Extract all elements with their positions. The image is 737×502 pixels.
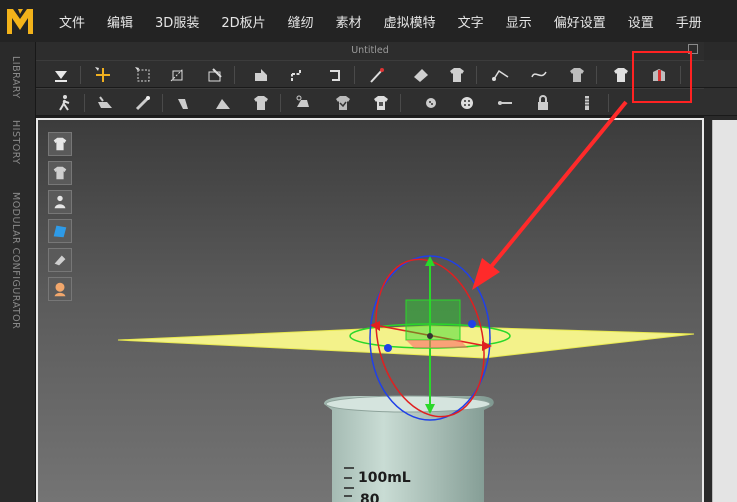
free-sewing-icon[interactable] [526, 63, 552, 87]
window-title: Untitled [351, 45, 389, 56]
fold-arrange-icon[interactable] [248, 63, 274, 87]
measure-icon[interactable] [130, 91, 156, 115]
avatar-icon[interactable] [48, 190, 72, 214]
menu-avatar[interactable]: 虚拟模特 [373, 12, 447, 31]
menu-settings[interactable]: 设置 [617, 12, 665, 31]
menu-preferences[interactable]: 偏好设置 [543, 12, 617, 31]
side-tab-bar: LIBRARY HISTORY MODULAR CONFIGURATOR [0, 42, 36, 502]
right-panel [704, 42, 737, 502]
viewport-toolbar [48, 132, 72, 306]
select-mesh-icon[interactable] [164, 63, 190, 87]
shirt-print-icon[interactable] [368, 91, 394, 115]
menu-edit[interactable]: 编辑 [96, 12, 144, 31]
mesh-icon[interactable] [48, 248, 72, 272]
zipper-line-icon[interactable] [492, 91, 518, 115]
menu-text[interactable]: 文字 [447, 12, 495, 31]
button-icon[interactable] [418, 91, 444, 115]
fold-icon[interactable] [172, 91, 198, 115]
2d-pattern-window[interactable] [712, 120, 737, 502]
shirt-sew-icon[interactable] [564, 63, 590, 87]
zipper-icon[interactable] [574, 91, 600, 115]
app-logo[interactable] [0, 0, 40, 42]
menu-file[interactable]: 文件 [48, 12, 96, 31]
menu-3d-garment[interactable]: 3D服装 [144, 12, 210, 31]
avatar-shirt-icon[interactable] [608, 63, 634, 87]
select-box-icon[interactable] [130, 63, 156, 87]
menu-display[interactable]: 显示 [495, 12, 543, 31]
shirt-check-icon[interactable] [330, 91, 356, 115]
pin-icon[interactable] [284, 63, 310, 87]
menu-material[interactable]: 素材 [325, 12, 373, 31]
3d-viewport[interactable]: 100mL 80 [36, 118, 704, 502]
shirt-mesh-icon[interactable] [48, 161, 72, 185]
shirt-pin-icon[interactable] [444, 63, 470, 87]
highlight-box [632, 51, 692, 103]
tab-modular-configurator[interactable]: MODULAR CONFIGURATOR [10, 192, 21, 329]
needle-icon[interactable] [364, 63, 390, 87]
shirt-fabric-icon[interactable] [248, 91, 274, 115]
button-round-icon[interactable] [454, 91, 480, 115]
right-toolbar-bottom [704, 88, 737, 116]
fold-angle-icon[interactable] [210, 91, 236, 115]
move-down-icon[interactable] [48, 63, 74, 87]
edit-pattern-icon[interactable] [202, 63, 228, 87]
tack-icon[interactable] [322, 63, 348, 87]
beaker-label-80: 80 [360, 492, 380, 502]
beaker-label-100ml: 100mL [358, 470, 411, 486]
avatar-head-icon[interactable] [48, 277, 72, 301]
md-logo-icon [7, 9, 33, 34]
window-title-bar: Untitled [36, 42, 704, 60]
tab-history[interactable]: HISTORY [10, 120, 21, 165]
transform-icon[interactable] [90, 63, 116, 87]
toolbar-bottom [36, 88, 704, 116]
menu-bar: 文件 编辑 3D服装 2D板片 缝纫 素材 虚拟模特 文字 显示 偏好设置 设置… [0, 0, 737, 42]
toolbar-top [36, 60, 704, 88]
brush-icon[interactable] [408, 63, 434, 87]
main-menu: 文件 编辑 3D服装 2D板片 缝纫 素材 虚拟模特 文字 显示 偏好设置 设置… [48, 0, 713, 42]
menu-manual[interactable]: 手册 [665, 12, 713, 31]
right-toolbar-top [704, 60, 737, 88]
shirt-display-icon[interactable] [48, 132, 72, 156]
segment-sewing-icon[interactable] [488, 63, 514, 87]
avatar-walk-icon[interactable] [52, 91, 78, 115]
3d-scene [117, 255, 695, 502]
lock-icon[interactable] [530, 91, 556, 115]
iron-icon[interactable] [290, 91, 316, 115]
tab-library[interactable]: LIBRARY [10, 56, 21, 99]
steam-icon[interactable] [92, 91, 118, 115]
menu-sewing[interactable]: 缝纫 [277, 12, 325, 31]
texture-icon[interactable] [48, 219, 72, 243]
menu-2d-pattern[interactable]: 2D板片 [210, 12, 276, 31]
